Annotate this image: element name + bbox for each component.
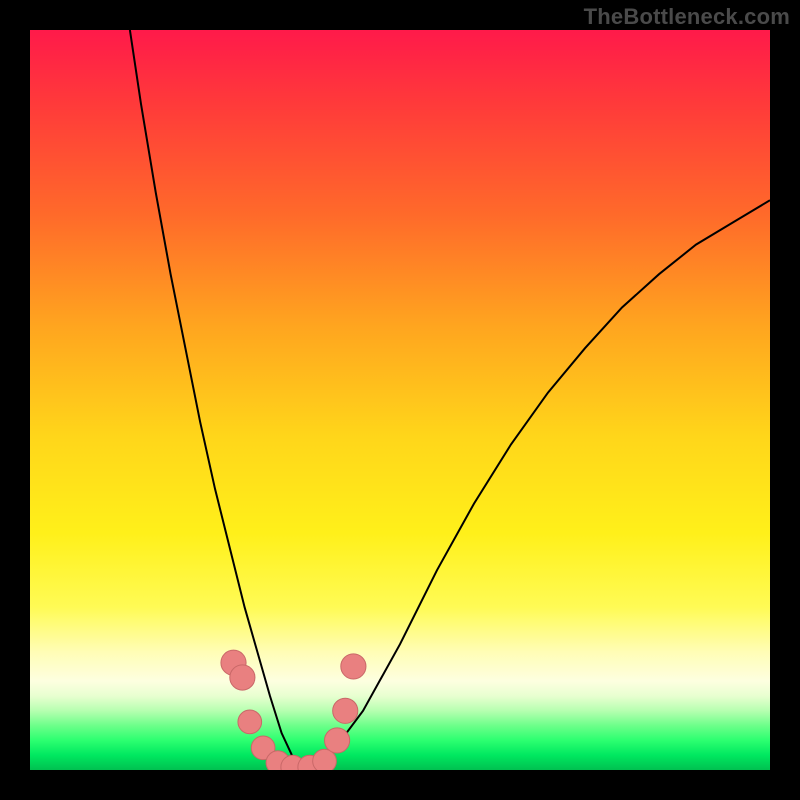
- curve-marker: [325, 728, 350, 753]
- curve-marker: [230, 665, 255, 690]
- watermark-text: TheBottleneck.com: [584, 4, 790, 30]
- curve-markers: [221, 650, 366, 770]
- chart-frame: TheBottleneck.com: [0, 0, 800, 800]
- curve-marker: [341, 654, 366, 679]
- curve-layer: [30, 30, 770, 770]
- plot-area: [30, 30, 770, 770]
- curve-marker: [238, 710, 262, 734]
- curve-marker: [333, 698, 358, 723]
